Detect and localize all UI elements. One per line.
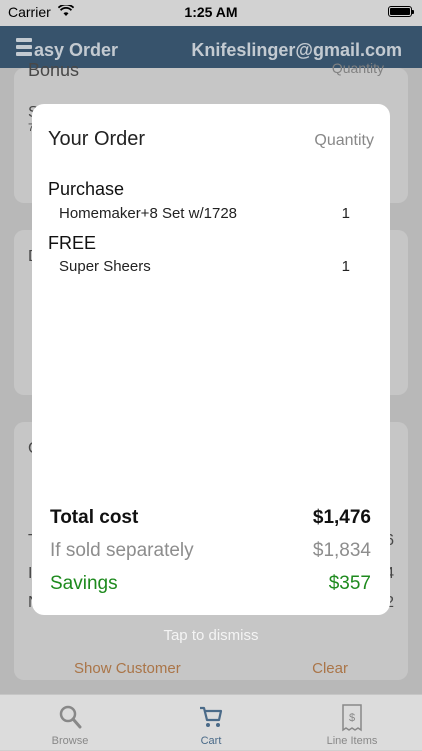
- item-name: Super Sheers: [59, 258, 151, 275]
- modal-title: Your Order: [48, 128, 146, 150]
- item-quantity: 1: [341, 205, 350, 222]
- receipt-icon: $: [342, 704, 362, 732]
- separate-price-label: If sold separately: [50, 540, 194, 561]
- total-cost-value: $1,476: [312, 507, 371, 528]
- item-quantity: 1: [341, 258, 350, 275]
- tab-label: Cart: [200, 735, 222, 747]
- group-title-purchase: Purchase: [48, 179, 125, 199]
- savings-label: Savings: [50, 573, 118, 594]
- tab-line-items[interactable]: $ Line Items: [282, 695, 422, 751]
- tab-bar: Browse Cart $ Line Items: [0, 694, 422, 750]
- tab-browse[interactable]: Browse: [0, 695, 140, 751]
- order-summary-modal: Your Order Quantity Purchase Homemaker+8…: [32, 104, 390, 615]
- tab-label: Line Items: [326, 735, 378, 747]
- quantity-header: Quantity: [314, 132, 374, 149]
- svg-text:$: $: [349, 712, 355, 724]
- tab-cart[interactable]: Cart: [141, 695, 281, 751]
- group-title-free: FREE: [48, 233, 97, 253]
- cart-icon: [200, 706, 223, 727]
- item-name: Homemaker+8 Set w/1728: [59, 205, 238, 222]
- separate-price-value: $1,834: [312, 540, 371, 561]
- total-cost-label: Total cost: [50, 507, 139, 528]
- savings-value: $357: [328, 573, 371, 594]
- tap-to-dismiss-hint[interactable]: Tap to dismiss: [0, 627, 422, 644]
- search-icon: [59, 705, 82, 729]
- tab-label: Browse: [51, 735, 89, 747]
